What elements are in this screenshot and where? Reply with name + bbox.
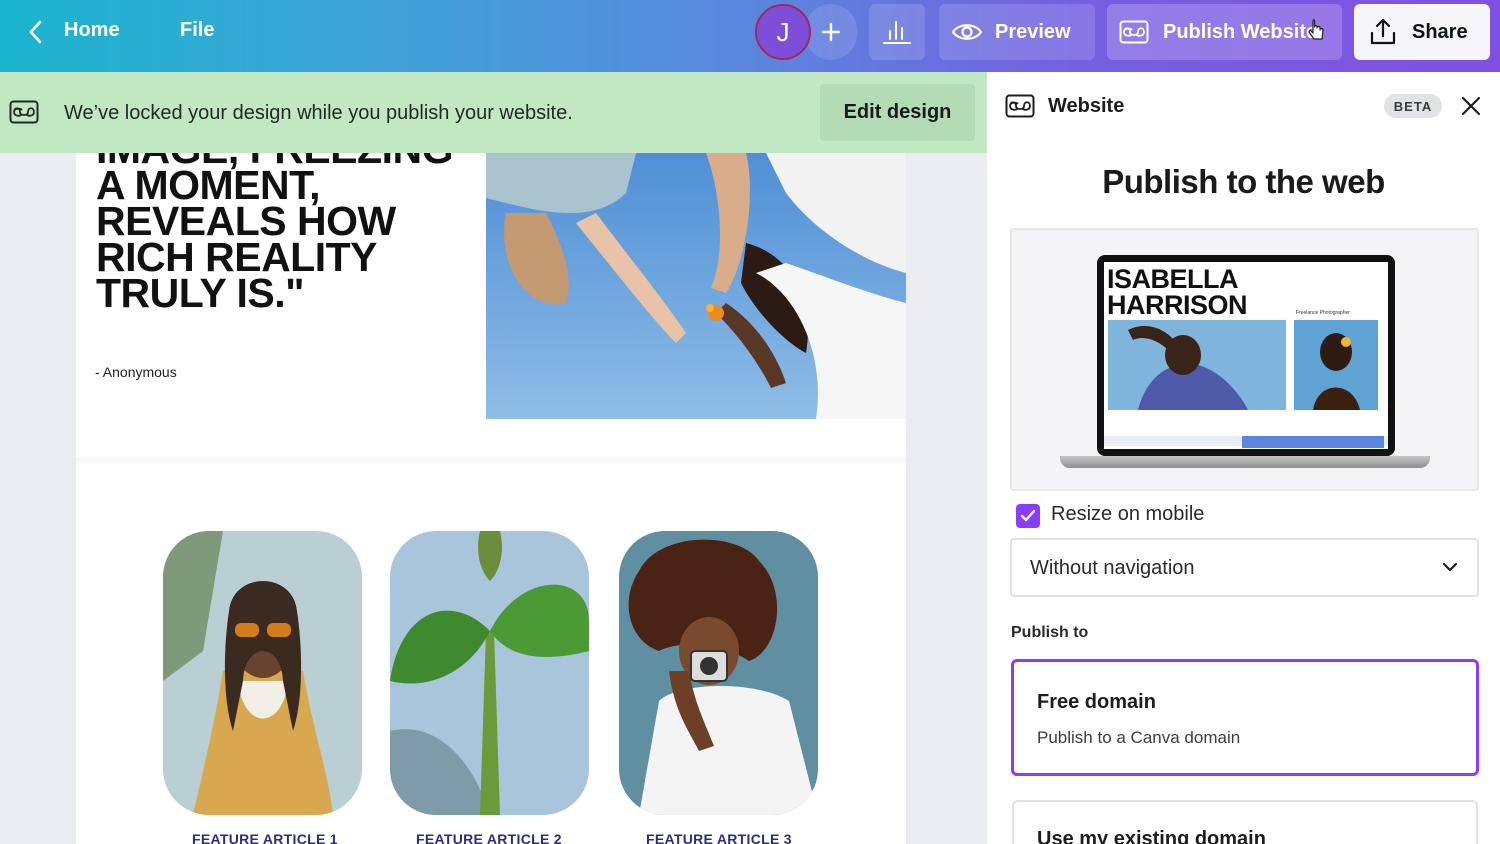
publish-heading: Publish to the web bbox=[1102, 163, 1385, 200]
free-domain-title: Free domain bbox=[1037, 691, 1156, 713]
laptop-base bbox=[1060, 456, 1430, 468]
preview-site-tagline: Freelance Photographer bbox=[1296, 310, 1350, 316]
website-icon bbox=[1005, 94, 1035, 123]
locked-design-banner: We’ve locked your design while you publi… bbox=[0, 72, 987, 153]
share-label: Share bbox=[1412, 20, 1468, 43]
feature-photo-1 bbox=[163, 531, 362, 815]
edit-design-button[interactable]: Edit design bbox=[820, 84, 975, 141]
navigation-select[interactable]: Without navigation bbox=[1010, 538, 1479, 597]
design-canvas: IMAGE, FREEZING A MOMENT, REVEALS HOW RI… bbox=[0, 153, 987, 844]
publish-website-panel: Website BETA Publish to the web ISABELLA… bbox=[987, 72, 1500, 844]
design-page: IMAGE, FREEZING A MOMENT, REVEALS HOW RI… bbox=[76, 153, 906, 844]
website-icon bbox=[9, 100, 39, 129]
banner-message: We’ve locked your design while you publi… bbox=[64, 102, 573, 124]
feature-photo-2 bbox=[390, 531, 589, 815]
feature-title-2: FEATURE ARTICLE 2 bbox=[416, 831, 562, 844]
beta-badge: BETA bbox=[1384, 94, 1442, 118]
mouse-pointer-icon bbox=[1308, 19, 1326, 46]
checkmark-icon bbox=[1020, 509, 1036, 522]
chevron-down-icon bbox=[1442, 562, 1458, 572]
publish-to-label: Publish to bbox=[1011, 624, 1089, 641]
share-icon bbox=[1370, 18, 1396, 45]
close-panel-button[interactable] bbox=[1457, 92, 1485, 120]
section-divider bbox=[76, 458, 906, 466]
eye-icon bbox=[951, 24, 983, 40]
free-domain-description: Publish to a Canva domain bbox=[1037, 728, 1241, 747]
publish-website-label: Publish Website bbox=[1163, 20, 1318, 43]
preview-label: Preview bbox=[995, 20, 1071, 43]
file-menu[interactable]: File bbox=[180, 19, 214, 42]
existing-domain-option[interactable]: Use my existing domain bbox=[1012, 800, 1478, 844]
feature-title-3: FEATURE ARTICLE 3 bbox=[646, 831, 792, 844]
insights-button[interactable] bbox=[869, 4, 925, 60]
back-chevron-icon[interactable] bbox=[22, 18, 48, 46]
quote-text: IMAGE, FREEZING A MOMENT, REVEALS HOW RI… bbox=[96, 153, 453, 316]
hero-photo bbox=[486, 153, 906, 419]
preview-button[interactable]: Preview bbox=[939, 4, 1095, 60]
website-preview: ISABELLA HARRISON Freelance Photographer bbox=[1010, 228, 1479, 491]
feature-photo-3 bbox=[619, 531, 818, 815]
add-collaborator-button[interactable] bbox=[805, 4, 857, 60]
preview-photos bbox=[1108, 320, 1378, 410]
quote-author: - Anonymous bbox=[95, 364, 177, 380]
preview-site-name: ISABELLA HARRISON bbox=[1107, 264, 1248, 320]
user-avatar[interactable]: J bbox=[755, 4, 811, 60]
free-domain-option[interactable]: Free domain Publish to a Canva domain bbox=[1011, 659, 1479, 776]
website-icon bbox=[1119, 20, 1149, 44]
share-button[interactable]: Share bbox=[1354, 4, 1490, 60]
feature-title-1: FEATURE ARTICLE 1 bbox=[192, 831, 338, 844]
navigation-select-value: Without navigation bbox=[1030, 557, 1195, 579]
existing-domain-title: Use my existing domain bbox=[1037, 828, 1266, 844]
resize-on-mobile-checkbox[interactable] bbox=[1016, 504, 1040, 528]
laptop-mockup: ISABELLA HARRISON Freelance Photographer bbox=[1097, 255, 1395, 456]
resize-on-mobile-label[interactable]: Resize on mobile bbox=[1051, 503, 1204, 526]
bar-chart-icon bbox=[883, 21, 911, 44]
home-link[interactable]: Home bbox=[64, 19, 120, 42]
close-icon bbox=[1461, 96, 1481, 116]
plus-icon bbox=[821, 22, 841, 42]
panel-title: Website bbox=[1048, 95, 1125, 117]
publish-website-button[interactable]: Publish Website bbox=[1107, 4, 1342, 60]
top-toolbar: Home File J Preview Publish Website Shar… bbox=[0, 0, 1500, 72]
